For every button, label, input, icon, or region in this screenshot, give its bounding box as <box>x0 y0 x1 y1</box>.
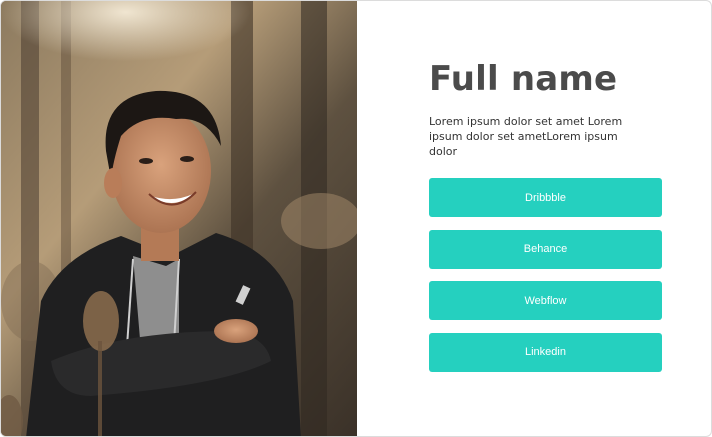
profile-card: Full name Lorem ipsum dolor set amet Lor… <box>0 0 712 437</box>
profile-photo <box>1 1 357 436</box>
dribbble-button[interactable]: Dribbble <box>429 178 662 217</box>
linkedin-button[interactable]: Linkedin <box>429 332 662 372</box>
webflow-button[interactable]: Webflow <box>429 281 662 320</box>
profile-name: Full name <box>429 59 618 99</box>
social-links: Dribbble Behance Webflow Linkedin <box>429 178 662 384</box>
profile-bio: Lorem ipsum dolor set amet Lorem ipsum d… <box>429 115 623 158</box>
behance-button[interactable]: Behance <box>429 229 662 269</box>
profile-content: Full name Lorem ipsum dolor set amet Lor… <box>357 1 711 436</box>
